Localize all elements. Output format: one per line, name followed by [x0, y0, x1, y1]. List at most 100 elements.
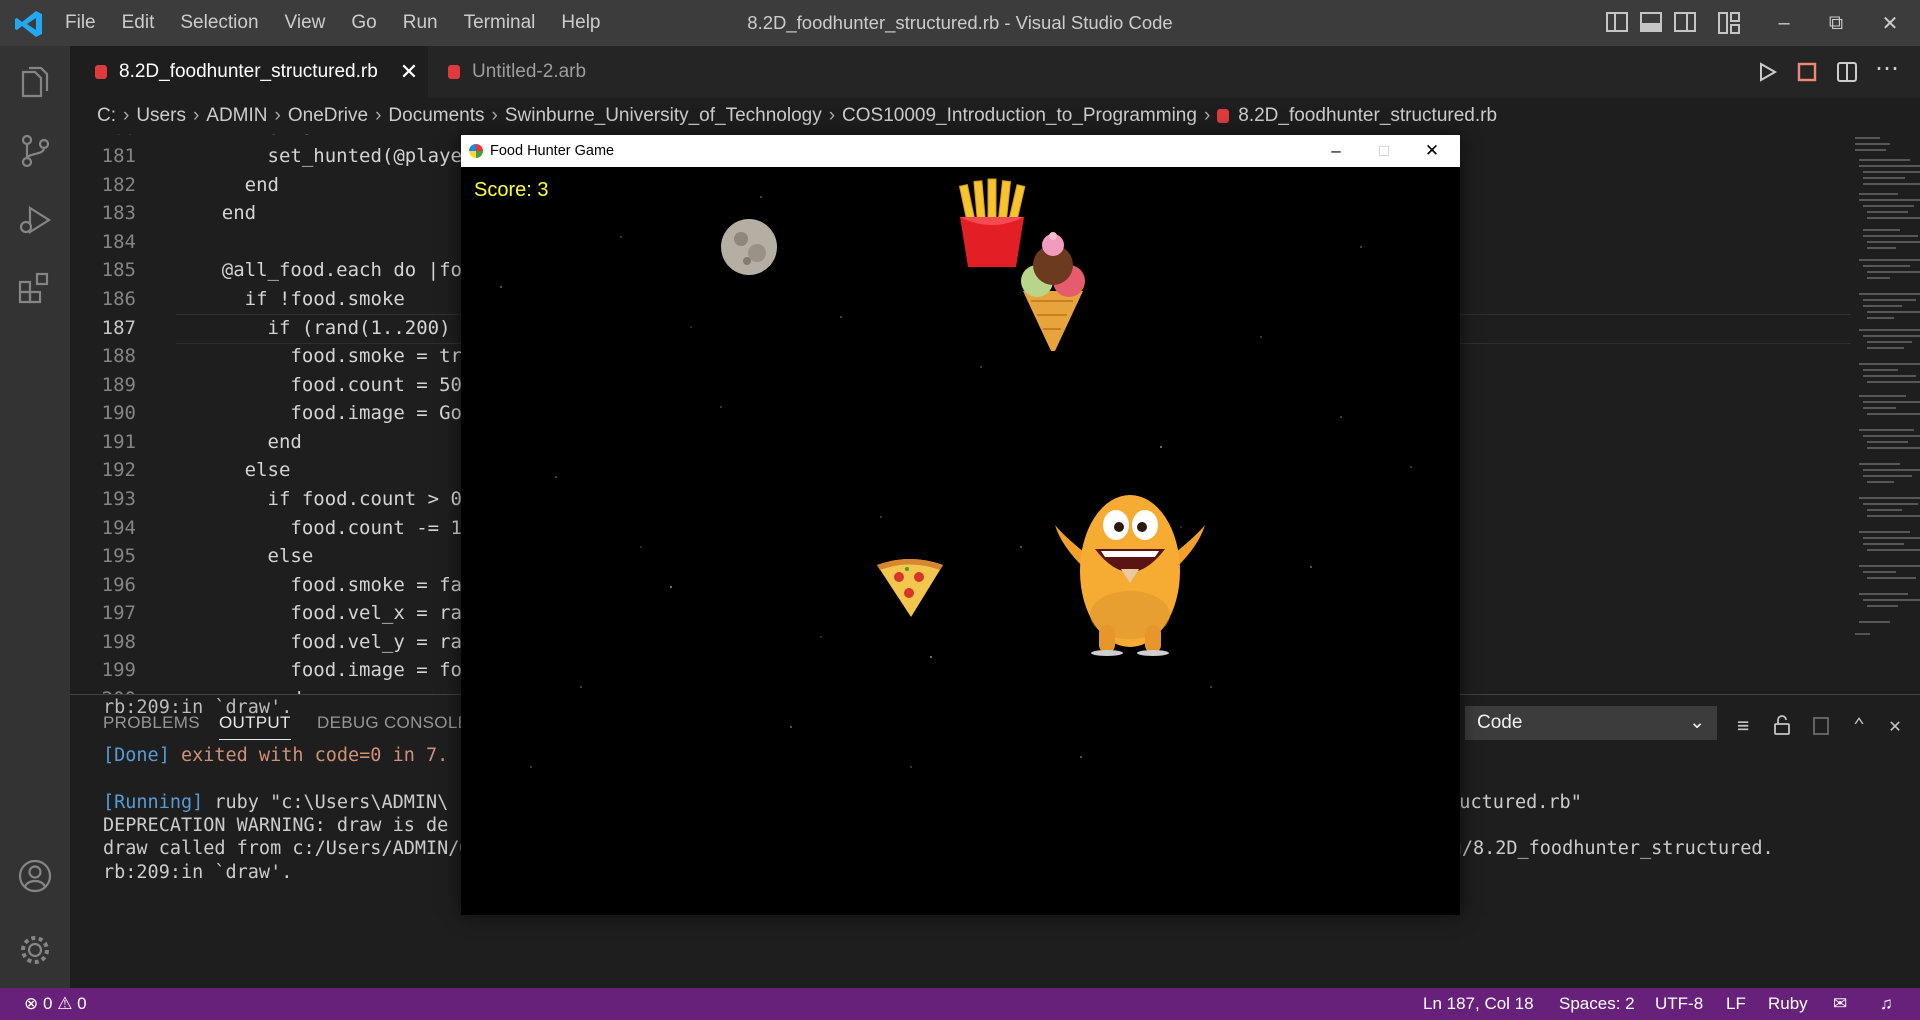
toggle-primary-sidebar-icon[interactable]: [1606, 12, 1628, 32]
output-line: [Done] exited with code=0 in 7.: [103, 742, 448, 770]
explorer-icon[interactable]: [17, 64, 53, 100]
line-code: food.vel_x = rand: [176, 602, 485, 624]
line-code: food.count -= 1: [176, 517, 462, 539]
menu-selection[interactable]: Selection: [167, 0, 271, 46]
error-icon: ⊗: [24, 994, 39, 1013]
tab-debug-console[interactable]: DEBUG CONSOLE: [317, 713, 469, 733]
game-canvas[interactable]: Score: 3: [461, 167, 1460, 915]
line-code: if food.count > 0: [176, 488, 462, 510]
more-actions-icon[interactable]: ⋯: [1875, 54, 1899, 82]
cursor-position[interactable]: Ln 187, Col 18: [1423, 988, 1534, 1020]
running-tag: [Running]: [103, 792, 204, 813]
game-maximize-button[interactable]: □: [1360, 135, 1408, 167]
language-mode[interactable]: Ruby: [1768, 988, 1808, 1020]
line-number: 191: [101, 431, 136, 453]
output-channel-select[interactable]: Code ⌄: [1465, 706, 1717, 740]
line-number: 198: [101, 631, 136, 653]
encoding[interactable]: UTF-8: [1655, 988, 1703, 1020]
score-label: Score: 3: [474, 179, 549, 201]
status-bar: ⊗ 0 ⚠ 0 Ln 187, Col 18 Spaces: 2 UTF-8 L…: [0, 988, 1920, 1020]
customize-layout-icon[interactable]: [1718, 12, 1740, 34]
run-file-icon[interactable]: [1755, 60, 1779, 84]
end-of-line[interactable]: LF: [1726, 988, 1746, 1020]
pizza-sprite: [877, 559, 943, 617]
error-count: 0: [42, 994, 53, 1013]
line-code: set_hunted(@player: [176, 145, 474, 167]
menu-terminal[interactable]: Terminal: [451, 0, 549, 46]
minimap[interactable]: [1850, 134, 1920, 694]
chevron-right-icon: ›: [491, 105, 498, 126]
line-number: 193: [101, 488, 136, 510]
notifications-bell-icon[interactable]: ♫: [1880, 988, 1893, 1020]
line-code: else: [176, 459, 291, 481]
breadcrumb-item[interactable]: ADMIN: [206, 105, 267, 127]
line-code: if (rand(1..200) ==: [176, 317, 485, 339]
open-log-icon[interactable]: [1810, 714, 1832, 736]
run-debug-icon[interactable]: [17, 202, 53, 238]
ruby-file-icon: [1217, 109, 1230, 123]
game-window-title: Food Hunter Game: [490, 143, 615, 159]
breadcrumb-item[interactable]: Users: [136, 105, 186, 127]
line-number: 188: [101, 345, 136, 367]
ruby-file-icon: [448, 65, 460, 79]
breadcrumb-item[interactable]: COS10009_Introduction_to_Programming: [842, 105, 1197, 127]
game-minimize-button[interactable]: –: [1312, 135, 1360, 167]
menu-run[interactable]: Run: [390, 0, 451, 46]
chevron-right-icon: ›: [1203, 105, 1211, 126]
line-code: food.count = 50: [176, 374, 462, 396]
stop-icon[interactable]: [1795, 60, 1819, 84]
game-title-bar: Food Hunter Game – □ ✕: [461, 135, 1460, 167]
close-tab-icon[interactable]: ✕: [400, 59, 418, 85]
line-number: 185: [101, 259, 136, 281]
menu-go[interactable]: Go: [338, 0, 389, 46]
lock-scroll-icon[interactable]: [1771, 714, 1793, 736]
menu-view[interactable]: View: [272, 0, 339, 46]
close-panel-icon[interactable]: ✕: [1884, 714, 1906, 736]
chevron-right-icon: ›: [192, 105, 200, 126]
split-editor-icon[interactable]: [1835, 60, 1859, 84]
source-control-icon[interactable]: [17, 133, 53, 169]
minimize-button[interactable]: –: [1756, 0, 1812, 46]
extensions-icon[interactable]: [17, 270, 53, 306]
menu-help[interactable]: Help: [548, 0, 613, 46]
breadcrumb: C: › Users › ADMIN › OneDrive › Documents › S…: [70, 98, 1920, 134]
accounts-icon[interactable]: [17, 858, 53, 894]
maximize-panel-icon[interactable]: ⌃: [1848, 714, 1870, 736]
indentation[interactable]: Spaces: 2: [1559, 988, 1635, 1020]
breadcrumb-item[interactable]: OneDrive: [288, 105, 368, 127]
breadcrumb-item[interactable]: Documents: [388, 105, 484, 127]
toggle-secondary-sidebar-icon[interactable]: [1674, 12, 1696, 32]
line-number: 184: [101, 231, 136, 253]
chevron-right-icon: ›: [123, 105, 130, 126]
menu-edit[interactable]: Edit: [109, 0, 168, 46]
manage-gear-icon[interactable]: [17, 932, 53, 968]
warning-icon: ⚠: [57, 994, 73, 1013]
problems-status[interactable]: ⊗ 0 ⚠ 0: [24, 988, 87, 1020]
breadcrumb-item[interactable]: 8.2D_foodhunter_structured.rb: [1238, 105, 1497, 127]
line-number: 181: [101, 145, 136, 167]
menu-bar: File Edit Selection View Go Run Terminal…: [52, 0, 614, 46]
toggle-panel-icon[interactable]: [1640, 12, 1662, 32]
line-code: end: [176, 174, 279, 196]
line-number: 190: [101, 402, 136, 424]
starfield: [500, 196, 1412, 768]
feedback-icon[interactable]: ✉: [1833, 988, 1847, 1020]
restore-button[interactable]: ⧉: [1808, 0, 1864, 46]
vscode-logo-icon: [15, 11, 42, 37]
tab-untitled-2[interactable]: Untitled-2.arb: [428, 46, 608, 98]
breadcrumb-item[interactable]: C:: [97, 105, 116, 127]
menu-file[interactable]: File: [52, 0, 109, 46]
warning-count: 0: [77, 994, 87, 1013]
done-tag: [Done]: [103, 745, 170, 766]
clear-output-icon[interactable]: ≡: [1732, 714, 1754, 736]
tab-label: Untitled-2.arb: [472, 61, 587, 82]
tab-foodhunter-rb[interactable]: 8.2D_foodhunter_structured.rb ✕: [70, 46, 428, 98]
line-code: food.smoke = true: [176, 345, 485, 367]
game-close-button[interactable]: ✕: [1408, 135, 1456, 167]
activity-bar: [0, 46, 70, 988]
close-button[interactable]: ✕: [1862, 0, 1918, 46]
chevron-right-icon: ›: [274, 105, 281, 126]
line-code: @all_food.each do |foo: [176, 259, 474, 281]
breadcrumb-item[interactable]: Swinburne_University_of_Technology: [505, 105, 822, 127]
line-number: 195: [101, 545, 136, 567]
